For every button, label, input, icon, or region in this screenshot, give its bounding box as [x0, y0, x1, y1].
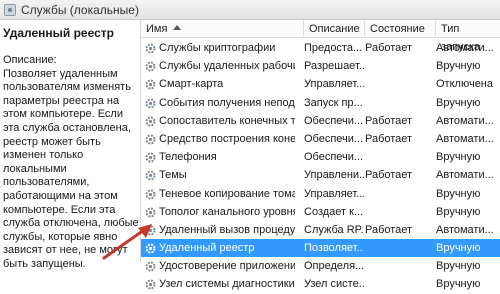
- column-header-name[interactable]: Имя: [141, 20, 304, 38]
- service-gear-icon: [145, 43, 156, 54]
- service-state: [365, 94, 435, 112]
- service-name: События получения неподв...: [159, 96, 295, 109]
- service-startup-type: Отключена: [436, 78, 493, 91]
- table-row[interactable]: Удаленный реестр Позволяет... Вручную: [141, 239, 500, 258]
- service-state: Работает: [365, 223, 413, 236]
- service-gear-icon: [145, 116, 156, 127]
- service-description-cell: Управляет...: [304, 187, 364, 200]
- service-name: Службы удаленных рабочих...: [159, 60, 295, 73]
- service-gear-icon: [145, 79, 156, 90]
- service-state: [365, 57, 435, 75]
- service-state: Работает: [365, 132, 413, 145]
- service-description-cell: Определя...: [304, 260, 364, 273]
- services-list: Службы криптографии Предоста... Работает Ав…: [141, 39, 500, 294]
- service-startup-type: Автомати...: [436, 169, 494, 182]
- service-description-cell: Обеспечи...: [304, 114, 364, 127]
- service-startup-type: Автомати...: [436, 114, 494, 127]
- service-gear-icon: [145, 152, 156, 163]
- service-state: [365, 75, 435, 93]
- service-startup-type: Автомати...: [436, 223, 494, 236]
- table-row[interactable]: Удаленный вызов процеду... Служба RP... Ра…: [141, 221, 500, 239]
- table-row[interactable]: Тополог канального уровня Создает к... Вру…: [141, 203, 500, 221]
- service-name: Удостоверение приложения: [159, 260, 295, 273]
- service-description-cell: Обеспечи...: [304, 132, 364, 145]
- service-gear-icon: [145, 189, 156, 199]
- sort-ascending-icon: [173, 25, 181, 30]
- service-state: [365, 185, 435, 203]
- service-description-cell: Разрешает...: [304, 60, 364, 73]
- description-label: Описание:: [3, 54, 57, 66]
- service-gear-icon: [145, 61, 156, 72]
- service-description-cell: Предоста...: [304, 42, 363, 54]
- service-startup-type: Вручную: [436, 96, 481, 109]
- service-startup-type: Вручную: [436, 242, 481, 255]
- table-row[interactable]: Средство построения коне... Обеспечи... Ра…: [141, 130, 500, 148]
- service-description-cell: Управляет...: [304, 78, 364, 91]
- table-row[interactable]: Телефония Обеспечи... Вручную: [141, 148, 500, 166]
- service-name: Темы: [159, 169, 187, 182]
- service-startup-type: Вручную: [436, 151, 481, 164]
- service-startup-type: Вручную: [436, 187, 481, 200]
- service-startup-type: Вручную: [436, 278, 481, 291]
- service-gear-icon: [145, 207, 156, 218]
- service-description-cell: Позволяет...: [304, 242, 364, 255]
- service-name: Смарт-карта: [159, 78, 224, 91]
- table-row[interactable]: Теневое копирование тома Управляет... Вруч…: [141, 185, 500, 203]
- services-icon: [4, 3, 16, 16]
- service-gear-icon: [145, 261, 156, 272]
- table-row[interactable]: Удостоверение приложения Определя... Вручн…: [141, 257, 500, 275]
- table-row[interactable]: Сопоставитель конечных т... Обеспечи... Ра…: [141, 112, 500, 130]
- window-titlebar: Службы (локальные): [0, 0, 500, 20]
- service-state: [365, 203, 435, 221]
- service-state: [365, 257, 435, 275]
- service-state: [365, 275, 435, 293]
- table-row[interactable]: Службы удаленных рабочих... Разрешает... В…: [141, 57, 500, 75]
- service-description-cell: Управлени...: [304, 169, 364, 182]
- service-name: Службы криптографии: [159, 42, 276, 54]
- service-name: Сопоставитель конечных т...: [159, 114, 295, 127]
- column-header-name-label: Имя: [146, 23, 168, 35]
- service-startup-type: Вручную: [436, 60, 481, 73]
- service-name: Тополог канального уровня: [159, 205, 295, 218]
- service-name: Удаленный вызов процеду...: [159, 223, 295, 236]
- service-description-cell: Служба RP...: [304, 223, 364, 236]
- service-description-cell: Запуск пр...: [304, 96, 363, 109]
- service-state: [365, 148, 435, 166]
- column-header-state[interactable]: Состояние: [365, 20, 436, 38]
- service-title: Удаленный реестр: [3, 26, 114, 40]
- services-table: Имя Описание Состояние Тип запуска Служб…: [141, 20, 500, 290]
- service-gear-icon: [145, 170, 156, 181]
- table-row[interactable]: Смарт-карта Управляет... Отключена: [141, 75, 500, 93]
- service-name: Узел системы диагностики: [159, 278, 295, 291]
- service-name: Телефония: [159, 151, 217, 164]
- table-row[interactable]: Узел системы диагностики Узел систе... Вру…: [141, 275, 500, 293]
- service-description-cell: Создает к...: [304, 205, 364, 218]
- service-state: [365, 239, 435, 257]
- service-startup-type: Вручную: [436, 260, 481, 273]
- service-name: Удаленный реестр: [159, 242, 255, 255]
- service-gear-icon: [145, 98, 156, 109]
- service-startup-type: Автомати...: [436, 132, 494, 145]
- service-description-cell: Обеспечи...: [304, 151, 364, 164]
- table-row[interactable]: События получения неподв... Запуск пр... В…: [141, 94, 500, 112]
- service-state: Работает: [365, 42, 413, 54]
- service-gear-icon: [145, 279, 156, 290]
- table-row[interactable]: Службы криптографии Предоста... Работает Ав…: [141, 39, 500, 57]
- service-description-cell: Узел систе...: [304, 278, 364, 291]
- service-state: Работает: [365, 169, 413, 182]
- table-header: Имя Описание Состояние Тип запуска: [141, 20, 500, 53]
- service-state: Работает: [365, 114, 413, 127]
- annotation-arrow: [102, 224, 152, 260]
- column-header-description[interactable]: Описание: [304, 20, 365, 38]
- column-header-startup-type[interactable]: Тип запуска: [436, 20, 500, 53]
- service-name: Средство построения коне...: [159, 132, 295, 145]
- service-gear-icon: [145, 134, 156, 145]
- service-startup-type: Вручную: [436, 205, 481, 218]
- window-title: Службы (локальные): [21, 2, 139, 17]
- service-name: Теневое копирование тома: [159, 187, 295, 200]
- service-startup-type: Автомати...: [436, 42, 494, 54]
- table-row[interactable]: Темы Управлени... Работает Автомати...: [141, 166, 500, 184]
